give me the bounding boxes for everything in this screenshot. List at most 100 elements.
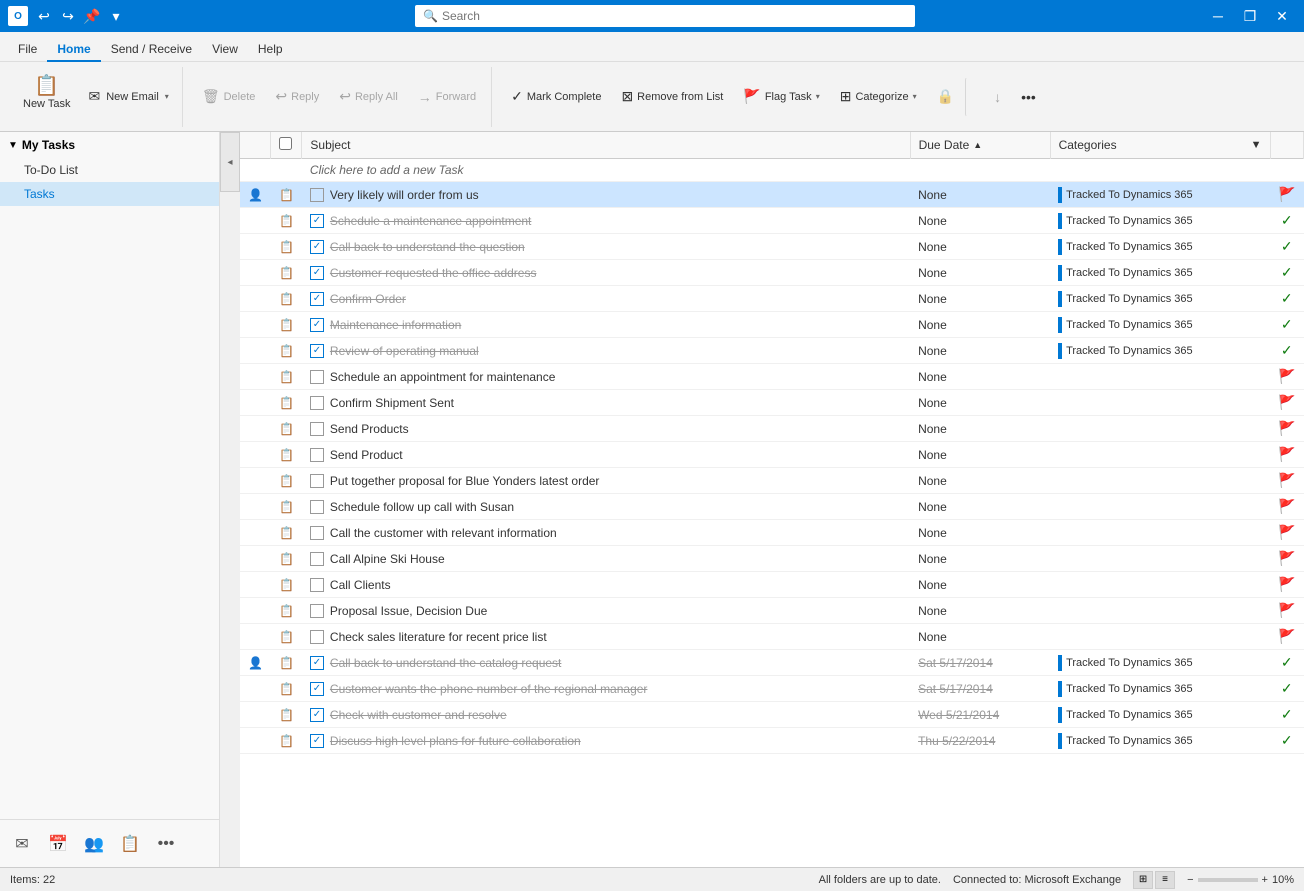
table-row[interactable]: 📋Check with customer and resolveWed 5/21… xyxy=(240,702,1304,728)
remove-from-list-button[interactable]: ⊠ Remove from List xyxy=(612,83,732,111)
table-row[interactable]: 📋Send ProductsNone🚩 xyxy=(240,416,1304,442)
task-checkbox[interactable] xyxy=(310,526,324,540)
table-row[interactable]: 📋Check sales literature for recent price… xyxy=(240,624,1304,650)
table-row[interactable]: 📋Call the customer with relevant informa… xyxy=(240,520,1304,546)
view-reading-button[interactable]: ≡ xyxy=(1155,871,1175,889)
zoom-out-icon[interactable]: − xyxy=(1187,874,1193,886)
table-row[interactable]: 📋Call Alpine Ski HouseNone🚩 xyxy=(240,546,1304,572)
flag-cell[interactable]: 🚩 xyxy=(1270,572,1303,598)
task-checkbox[interactable] xyxy=(310,682,324,696)
table-row[interactable]: 📋Send ProductNone🚩 xyxy=(240,442,1304,468)
table-row[interactable]: 📋Confirm Shipment SentNone🚩 xyxy=(240,390,1304,416)
flag-cell[interactable]: 🚩 xyxy=(1270,416,1303,442)
reply-button[interactable]: ↩ Reply xyxy=(266,83,328,111)
table-row[interactable]: 📋Maintenance informationNone Tracked To … xyxy=(240,312,1304,338)
task-checkbox[interactable] xyxy=(310,396,324,410)
subject-cell[interactable]: Send Product xyxy=(302,442,910,468)
flag-cell[interactable]: 🚩 xyxy=(1270,364,1303,390)
table-row[interactable]: 📋Schedule an appointment for maintenance… xyxy=(240,364,1304,390)
flag-cell[interactable]: ✓ xyxy=(1270,650,1303,676)
subject-cell[interactable]: Schedule an appointment for maintenance xyxy=(302,364,910,390)
reply-all-button[interactable]: ↩ Reply All xyxy=(330,83,407,111)
subject-cell[interactable]: Confirm Order xyxy=(302,286,910,312)
filter-icon[interactable]: ▼ xyxy=(1251,139,1262,151)
flag-cell[interactable]: 🚩 xyxy=(1270,624,1303,650)
flag-cell[interactable]: 🚩 xyxy=(1270,390,1303,416)
subject-cell[interactable]: Call back to understand the question xyxy=(302,234,910,260)
subject-cell[interactable]: Confirm Shipment Sent xyxy=(302,390,910,416)
subject-cell[interactable]: Send Products xyxy=(302,416,910,442)
search-input[interactable] xyxy=(442,9,907,23)
table-row[interactable]: 📋Discuss high level plans for future col… xyxy=(240,728,1304,754)
add-task-prompt[interactable]: Click here to add a new Task xyxy=(302,159,1270,182)
task-checkbox[interactable] xyxy=(310,292,324,306)
table-row[interactable]: 📋Customer wants the phone number of the … xyxy=(240,676,1304,702)
my-tasks-header[interactable]: ▼ My Tasks xyxy=(0,132,219,158)
table-row[interactable]: 📋Call back to understand the questionNon… xyxy=(240,234,1304,260)
flag-cell[interactable]: 🚩 xyxy=(1270,468,1303,494)
subject-cell[interactable]: Check with customer and resolve xyxy=(302,702,910,728)
task-checkbox[interactable] xyxy=(310,188,324,202)
menu-view[interactable]: View xyxy=(202,38,248,62)
flag-task-button[interactable]: 🚩 Flag Task ▾ xyxy=(734,83,828,111)
table-row[interactable]: 👤📋Very likely will order from usNone Tra… xyxy=(240,182,1304,208)
flag-cell[interactable]: ✓ xyxy=(1270,676,1303,702)
flag-cell[interactable]: 🚩 xyxy=(1270,546,1303,572)
sidebar-collapse-button[interactable]: ◂ xyxy=(220,132,240,192)
flag-cell[interactable]: ✓ xyxy=(1270,286,1303,312)
subject-cell[interactable]: Call Clients xyxy=(302,572,910,598)
forward-button[interactable]: → Forward xyxy=(409,83,485,111)
new-task-button[interactable]: 📋 New Task xyxy=(14,71,79,123)
delete-button[interactable]: 🗑 Delete xyxy=(193,83,265,111)
subject-cell[interactable]: Call the customer with relevant informat… xyxy=(302,520,910,546)
subject-cell[interactable]: Schedule follow up call with Susan xyxy=(302,494,910,520)
th-categories[interactable]: Categories ▼ xyxy=(1050,132,1270,159)
redo-button[interactable]: ↪ xyxy=(58,6,78,26)
table-row[interactable]: 📋Call ClientsNone🚩 xyxy=(240,572,1304,598)
people-nav-icon[interactable]: 👥 xyxy=(80,830,108,858)
table-row[interactable]: 👤📋Call back to understand the catalog re… xyxy=(240,650,1304,676)
subject-cell[interactable]: Schedule a maintenance appointment xyxy=(302,208,910,234)
task-checkbox[interactable] xyxy=(310,578,324,592)
move-down-button[interactable]: ↓ xyxy=(985,83,1010,111)
subject-cell[interactable]: Customer requested the office address xyxy=(302,260,910,286)
flag-cell[interactable]: 🚩 xyxy=(1270,442,1303,468)
th-subject[interactable]: Subject xyxy=(302,132,910,159)
mark-complete-button[interactable]: ✓ Mark Complete xyxy=(502,83,610,111)
menu-home[interactable]: Home xyxy=(47,38,100,62)
subject-cell[interactable]: Review of operating manual xyxy=(302,338,910,364)
task-checkbox[interactable] xyxy=(310,734,324,748)
table-row[interactable]: 📋Schedule a maintenance appointmentNone … xyxy=(240,208,1304,234)
subject-cell[interactable]: Very likely will order from us xyxy=(302,182,910,208)
flag-cell[interactable]: ✓ xyxy=(1270,702,1303,728)
view-normal-button[interactable]: ⊞ xyxy=(1133,871,1153,889)
flag-cell[interactable]: ✓ xyxy=(1270,338,1303,364)
task-checkbox[interactable] xyxy=(310,422,324,436)
subject-cell[interactable]: Proposal Issue, Decision Due xyxy=(302,598,910,624)
flag-cell[interactable]: ✓ xyxy=(1270,260,1303,286)
lock-button[interactable]: 🔒 xyxy=(928,83,963,111)
task-checkbox[interactable] xyxy=(310,214,324,228)
categorize-button[interactable]: ⊞ Categorize ▾ xyxy=(831,83,926,111)
subject-cell[interactable]: Discuss high level plans for future coll… xyxy=(302,728,910,754)
task-checkbox[interactable] xyxy=(310,500,324,514)
menu-help[interactable]: Help xyxy=(248,38,293,62)
restore-button[interactable]: ❐ xyxy=(1236,2,1264,30)
add-task-row[interactable]: Click here to add a new Task xyxy=(240,159,1304,182)
flag-cell[interactable]: 🚩 xyxy=(1270,494,1303,520)
sidebar-item-tasks[interactable]: Tasks xyxy=(0,182,219,206)
task-checkbox[interactable] xyxy=(310,630,324,644)
table-row[interactable]: 📋Customer requested the office addressNo… xyxy=(240,260,1304,286)
subject-cell[interactable]: Call Alpine Ski House xyxy=(302,546,910,572)
new-email-button[interactable]: ✉ New Email ▾ xyxy=(81,83,175,111)
flag-cell[interactable]: ✓ xyxy=(1270,208,1303,234)
mail-nav-icon[interactable]: ✉ xyxy=(8,830,36,858)
flag-cell[interactable]: 🚩 xyxy=(1270,598,1303,624)
select-all-checkbox[interactable] xyxy=(279,137,292,150)
pin-button[interactable]: 📌 xyxy=(82,6,102,26)
task-checkbox[interactable] xyxy=(310,604,324,618)
table-row[interactable]: 📋Review of operating manualNone Tracked … xyxy=(240,338,1304,364)
zoom-in-icon[interactable]: + xyxy=(1262,874,1268,886)
task-checkbox[interactable] xyxy=(310,318,324,332)
subject-cell[interactable]: Call back to understand the catalog requ… xyxy=(302,650,910,676)
